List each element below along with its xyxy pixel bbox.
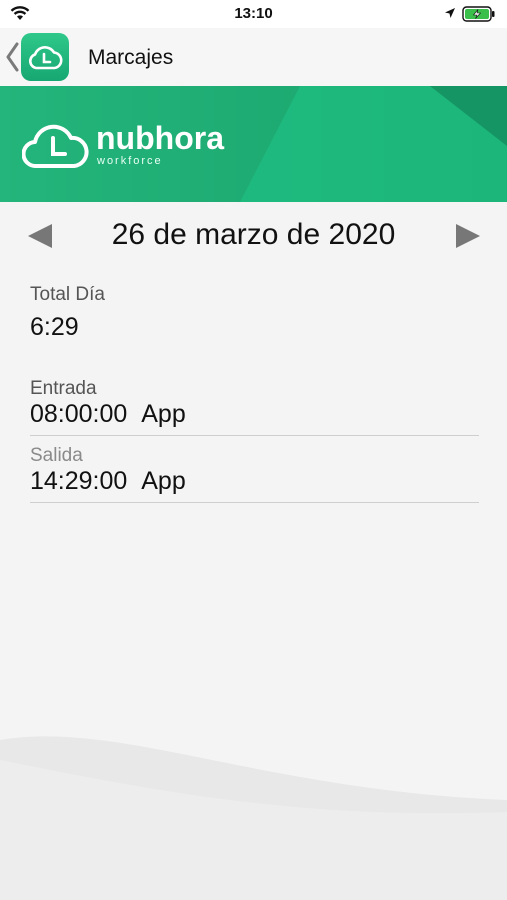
exit-label: Salida: [30, 445, 83, 466]
current-date: 26 de marzo de 2020: [111, 218, 396, 251]
battery-charging-icon: [462, 6, 495, 22]
brand-tagline: workforce: [97, 155, 163, 167]
back-chevron-icon[interactable]: [5, 42, 19, 72]
entry-label: Entrada: [30, 378, 97, 399]
status-time: 13:10: [234, 5, 273, 22]
total-day-value: 6:29: [30, 313, 79, 341]
date-navigator: 26 de marzo de 2020: [0, 212, 507, 260]
next-day-button[interactable]: [456, 224, 480, 248]
brand-name: nubhora: [96, 120, 224, 156]
cloud-clock-icon: [29, 46, 63, 70]
exit-row[interactable]: 14:29:00 App: [30, 467, 186, 496]
entry-source: App: [141, 400, 186, 428]
exit-time: 14:29:00: [30, 467, 128, 495]
divider: [30, 502, 479, 503]
entry-row[interactable]: 08:00:00 App: [30, 400, 186, 429]
navigation-bar: Marcajes: [0, 28, 507, 87]
app-icon[interactable]: [21, 33, 69, 81]
entry-time: 08:00:00: [30, 400, 128, 428]
total-day-label: Total Día: [30, 284, 105, 305]
nubhora-logo-icon: [22, 124, 89, 168]
status-bar: 13:10: [0, 0, 507, 28]
divider: [30, 435, 479, 436]
page-title: Marcajes: [88, 46, 174, 69]
exit-source: App: [141, 467, 186, 495]
location-arrow-icon: [445, 8, 455, 18]
brand-banner: nubhora workforce: [0, 86, 507, 202]
